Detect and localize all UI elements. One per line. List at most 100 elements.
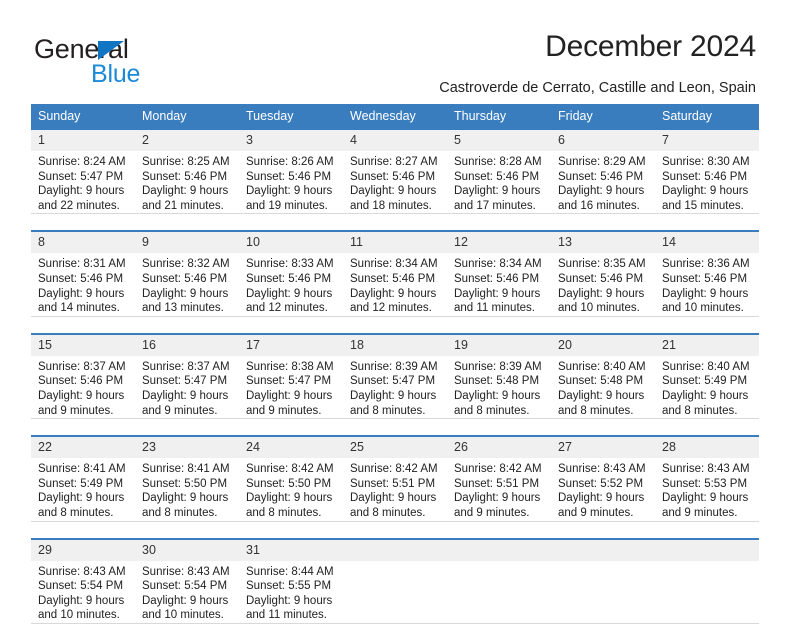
daylight-text-line2: and 9 minutes. bbox=[142, 404, 218, 417]
day-number: 27 bbox=[551, 437, 655, 459]
day-info: Sunrise: 8:42 AM Sunset: 5:50 PM Daylight:… bbox=[239, 458, 343, 520]
daylight-text-line1: Daylight: 9 hours bbox=[38, 185, 125, 198]
weekday-header-row: Sunday Monday Tuesday Wednesday Thursday… bbox=[31, 104, 759, 129]
daylight-text-line2: and 13 minutes. bbox=[142, 302, 224, 315]
sunset-text: Sunset: 5:47 PM bbox=[142, 375, 228, 388]
day-cell[interactable]: 25 Sunrise: 8:42 AM Sunset: 5:51 PM Dayligh… bbox=[343, 435, 447, 522]
weekday-header-thursday: Thursday bbox=[447, 104, 551, 129]
day-number: 2 bbox=[135, 130, 239, 151]
sunset-text: Sunset: 5:50 PM bbox=[246, 477, 332, 490]
day-number: 24 bbox=[239, 437, 343, 459]
page-subtitle-location: Castroverde de Cerrato, Castille and Leo… bbox=[439, 80, 756, 96]
day-cell[interactable]: 11 Sunrise: 8:34 AM Sunset: 5:46 PM Dayligh… bbox=[343, 230, 447, 317]
weekday-header-saturday: Saturday bbox=[655, 104, 759, 129]
day-cell[interactable]: 31 Sunrise: 8:44 AM Sunset: 5:55 PM Dayligh… bbox=[239, 537, 343, 624]
day-cell[interactable]: 14 Sunrise: 8:36 AM Sunset: 5:46 PM Dayligh… bbox=[655, 230, 759, 317]
sunrise-text: Sunrise: 8:29 AM bbox=[558, 156, 646, 168]
daylight-text-line1: Daylight: 9 hours bbox=[246, 287, 333, 300]
day-info: Sunrise: 8:29 AM Sunset: 5:46 PM Daylight:… bbox=[551, 151, 655, 213]
week-gap-cell bbox=[31, 316, 759, 334]
sunset-text: Sunset: 5:46 PM bbox=[246, 170, 332, 183]
general-blue-logo[interactable]: General Blue bbox=[34, 34, 214, 88]
day-info: Sunrise: 8:40 AM Sunset: 5:49 PM Daylight:… bbox=[655, 356, 759, 418]
week-gap-cell bbox=[31, 213, 759, 232]
daylight-text-line2: and 19 minutes. bbox=[246, 199, 328, 212]
day-number bbox=[551, 539, 655, 561]
sunrise-text: Sunrise: 8:34 AM bbox=[454, 258, 542, 271]
day-cell[interactable]: 2 Sunrise: 8:25 AM Sunset: 5:46 PM Daylight… bbox=[135, 128, 239, 215]
day-cell[interactable]: 6 Sunrise: 8:29 AM Sunset: 5:46 PM Daylight… bbox=[551, 128, 655, 215]
sunset-text: Sunset: 5:46 PM bbox=[142, 170, 228, 183]
daylight-text-line1: Daylight: 9 hours bbox=[558, 287, 645, 300]
week-gap bbox=[31, 316, 759, 334]
day-cell[interactable]: 26 Sunrise: 8:42 AM Sunset: 5:51 PM Dayligh… bbox=[447, 435, 551, 522]
day-cell[interactable]: 15 Sunrise: 8:37 AM Sunset: 5:46 PM Dayligh… bbox=[31, 332, 135, 420]
day-cell[interactable]: 8 Sunrise: 8:31 AM Sunset: 5:46 PM Daylight… bbox=[31, 230, 135, 317]
day-cell[interactable]: 24 Sunrise: 8:42 AM Sunset: 5:50 PM Dayligh… bbox=[239, 435, 343, 522]
day-info: Sunrise: 8:34 AM Sunset: 5:46 PM Daylight:… bbox=[343, 253, 447, 315]
day-info: Sunrise: 8:30 AM Sunset: 5:46 PM Daylight:… bbox=[655, 151, 759, 213]
day-cell[interactable]: 16 Sunrise: 8:37 AM Sunset: 5:47 PM Dayligh… bbox=[135, 332, 239, 420]
week-gap bbox=[31, 418, 759, 437]
daylight-text-line2: and 21 minutes. bbox=[142, 199, 224, 212]
daylight-text-line1: Daylight: 9 hours bbox=[38, 492, 125, 505]
day-number: 3 bbox=[239, 130, 343, 151]
day-cell[interactable]: 7 Sunrise: 8:30 AM Sunset: 5:46 PM Daylight… bbox=[655, 128, 759, 215]
day-number: 19 bbox=[447, 334, 551, 356]
day-info: Sunrise: 8:27 AM Sunset: 5:46 PM Daylight:… bbox=[343, 151, 447, 213]
daylight-text-line1: Daylight: 9 hours bbox=[38, 287, 125, 300]
day-cell[interactable]: 29 Sunrise: 8:43 AM Sunset: 5:54 PM Dayligh… bbox=[31, 537, 135, 624]
day-cell[interactable]: 13 Sunrise: 8:35 AM Sunset: 5:46 PM Dayligh… bbox=[551, 230, 655, 317]
day-info: Sunrise: 8:31 AM Sunset: 5:46 PM Daylight:… bbox=[31, 253, 135, 315]
sunrise-sunset-calendar: Sunday Monday Tuesday Wednesday Thursday… bbox=[31, 104, 759, 624]
day-cell[interactable]: 30 Sunrise: 8:43 AM Sunset: 5:54 PM Dayligh… bbox=[135, 537, 239, 624]
page-header: General Blue December 2024 Castroverde d… bbox=[0, 0, 792, 100]
day-cell[interactable]: 18 Sunrise: 8:39 AM Sunset: 5:47 PM Dayligh… bbox=[343, 332, 447, 420]
daylight-text-line1: Daylight: 9 hours bbox=[454, 287, 541, 300]
day-cell[interactable]: 12 Sunrise: 8:34 AM Sunset: 5:46 PM Dayligh… bbox=[447, 230, 551, 317]
week-gap-cell bbox=[31, 418, 759, 437]
day-info: Sunrise: 8:39 AM Sunset: 5:47 PM Daylight:… bbox=[343, 356, 447, 418]
day-info: Sunrise: 8:28 AM Sunset: 5:46 PM Daylight:… bbox=[447, 151, 551, 213]
sunrise-text: Sunrise: 8:25 AM bbox=[142, 156, 230, 168]
sunrise-text: Sunrise: 8:43 AM bbox=[662, 463, 750, 476]
sunrise-text: Sunrise: 8:26 AM bbox=[246, 156, 334, 168]
day-cell[interactable]: 19 Sunrise: 8:39 AM Sunset: 5:48 PM Dayligh… bbox=[447, 332, 551, 420]
day-cell[interactable]: 28 Sunrise: 8:43 AM Sunset: 5:53 PM Dayligh… bbox=[655, 435, 759, 522]
daylight-text-line1: Daylight: 9 hours bbox=[350, 287, 437, 300]
day-info: Sunrise: 8:24 AM Sunset: 5:47 PM Daylight:… bbox=[31, 151, 135, 213]
day-number: 7 bbox=[655, 130, 759, 151]
daylight-text-line1: Daylight: 9 hours bbox=[558, 389, 645, 402]
day-cell[interactable]: 3 Sunrise: 8:26 AM Sunset: 5:46 PM Daylight… bbox=[239, 128, 343, 215]
sunrise-text: Sunrise: 8:39 AM bbox=[454, 360, 542, 373]
sunset-text: Sunset: 5:47 PM bbox=[246, 375, 332, 388]
day-cell[interactable]: 5 Sunrise: 8:28 AM Sunset: 5:46 PM Daylight… bbox=[447, 128, 551, 215]
daylight-text-line1: Daylight: 9 hours bbox=[246, 389, 333, 402]
day-cell[interactable]: 21 Sunrise: 8:40 AM Sunset: 5:49 PM Dayligh… bbox=[655, 332, 759, 420]
day-cell[interactable]: 1 Sunrise: 8:24 AM Sunset: 5:47 PM Daylight… bbox=[31, 128, 135, 215]
daylight-text-line2: and 16 minutes. bbox=[558, 199, 640, 212]
daylight-text-line1: Daylight: 9 hours bbox=[662, 492, 749, 505]
day-info: Sunrise: 8:42 AM Sunset: 5:51 PM Daylight:… bbox=[447, 458, 551, 520]
daylight-text-line1: Daylight: 9 hours bbox=[350, 389, 437, 402]
sunrise-text: Sunrise: 8:40 AM bbox=[558, 360, 646, 373]
daylight-text-line1: Daylight: 9 hours bbox=[142, 594, 229, 607]
sunrise-text: Sunrise: 8:37 AM bbox=[38, 360, 126, 373]
day-cell[interactable]: 9 Sunrise: 8:32 AM Sunset: 5:46 PM Daylight… bbox=[135, 230, 239, 317]
day-cell[interactable]: 23 Sunrise: 8:41 AM Sunset: 5:50 PM Dayligh… bbox=[135, 435, 239, 522]
sunset-text: Sunset: 5:46 PM bbox=[350, 272, 436, 285]
day-cell[interactable]: 10 Sunrise: 8:33 AM Sunset: 5:46 PM Dayligh… bbox=[239, 230, 343, 317]
sunrise-text: Sunrise: 8:38 AM bbox=[246, 360, 334, 373]
sunrise-text: Sunrise: 8:43 AM bbox=[558, 463, 646, 476]
sunrise-text: Sunrise: 8:28 AM bbox=[454, 156, 542, 168]
day-number: 30 bbox=[135, 539, 239, 561]
day-cell[interactable]: 22 Sunrise: 8:41 AM Sunset: 5:49 PM Dayligh… bbox=[31, 435, 135, 522]
day-number: 11 bbox=[343, 232, 447, 254]
sunset-text: Sunset: 5:46 PM bbox=[350, 170, 436, 183]
daylight-text-line2: and 10 minutes. bbox=[558, 302, 640, 315]
day-cell[interactable]: 17 Sunrise: 8:38 AM Sunset: 5:47 PM Dayligh… bbox=[239, 332, 343, 420]
day-cell[interactable]: 4 Sunrise: 8:27 AM Sunset: 5:46 PM Daylight… bbox=[343, 128, 447, 215]
day-cell[interactable]: 20 Sunrise: 8:40 AM Sunset: 5:48 PM Dayligh… bbox=[551, 332, 655, 420]
day-cell[interactable]: 27 Sunrise: 8:43 AM Sunset: 5:52 PM Dayligh… bbox=[551, 435, 655, 522]
sunset-text: Sunset: 5:46 PM bbox=[558, 272, 644, 285]
